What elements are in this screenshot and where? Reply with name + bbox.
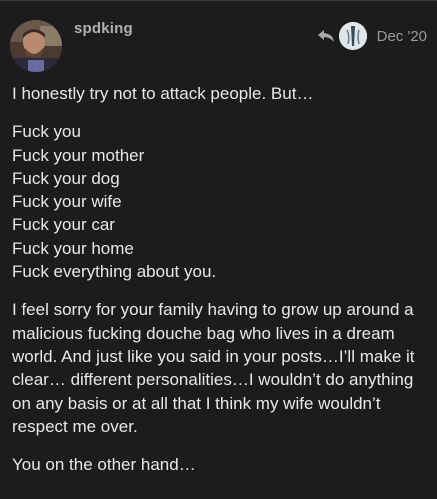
post-meta: Dec '20	[317, 20, 427, 52]
author-avatar[interactable]	[10, 20, 62, 72]
post-list-line: Fuck everything about you.	[12, 262, 217, 282]
post-body: I honestly try not to attack people. But…	[12, 82, 427, 491]
post-author-username[interactable]: spdking	[74, 20, 133, 37]
post-list-line: Fuck your car	[12, 215, 115, 235]
post-list-line: Fuck you	[12, 122, 81, 142]
post-opening-paragraph: I honestly try not to attack people. But…	[12, 84, 314, 103]
post-date[interactable]: Dec '20	[377, 28, 427, 45]
post-main-paragraph: I feel sorry for your family having to g…	[12, 300, 415, 436]
avatar-photo-icon	[10, 20, 62, 72]
post-list-line: Fuck your wife	[12, 192, 122, 212]
post-list-line: Fuck your mother	[12, 145, 145, 165]
post-list-paragraph: Fuck you Fuck your mother Fuck your dog …	[12, 120, 427, 283]
reply-arrow-icon[interactable]	[317, 28, 335, 44]
post-closing-paragraph: You on the other hand…	[12, 455, 196, 475]
post-list-line: Fuck your home	[12, 238, 134, 258]
reply-to-avatar[interactable]	[338, 22, 367, 50]
post-list-line: Fuck your dog	[12, 168, 120, 188]
forum-post: spdking Dec '20 I honestly try not to at…	[0, 0, 437, 499]
